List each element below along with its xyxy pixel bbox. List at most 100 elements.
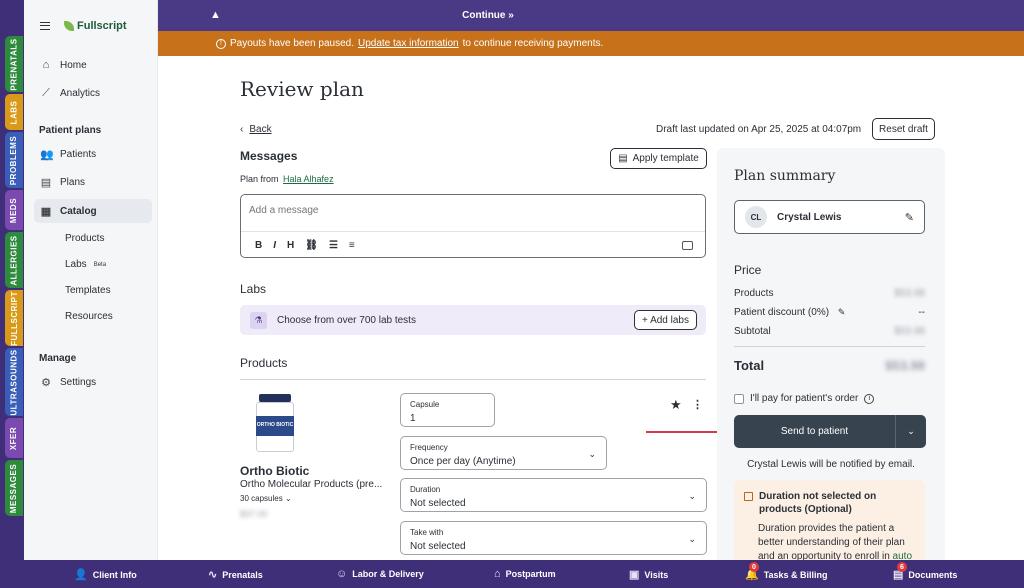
summary-divider	[734, 346, 925, 347]
sidebar-header: Fullscript	[40, 20, 127, 32]
capsule-field[interactable]: Capsule 1	[400, 393, 495, 427]
bottom-nav-label: Documents	[908, 569, 958, 580]
apply-template-button[interactable]: ▤ Apply template	[610, 148, 707, 169]
document-icon: ▤	[40, 177, 52, 189]
bold-button[interactable]: B	[255, 240, 262, 251]
message-editor: B I H ⛓ ☰ ≡	[240, 194, 706, 258]
pencil-icon[interactable]: ✎	[905, 211, 914, 224]
bottom-nav-label: Visits	[644, 569, 669, 580]
tasks-badge: 0	[749, 562, 759, 572]
send-to-patient-main[interactable]: Send to patient	[734, 415, 896, 448]
comment-icon[interactable]	[682, 241, 693, 250]
product-name[interactable]: Ortho Biotic	[240, 464, 309, 478]
bottom-nav: 👤 Client Info ∿ Prenatals ☺ Labor & Deli…	[0, 560, 1024, 588]
product-size-select[interactable]: 30 capsules ⌄	[240, 494, 292, 503]
duration-select[interactable]: Duration Not selected ⌄	[400, 478, 707, 512]
tab-allergies[interactable]: ALLERGIES	[5, 232, 23, 288]
section-manage: Manage	[39, 353, 77, 364]
bottom-nav-prenatals[interactable]: ∿ Prenatals	[208, 568, 263, 581]
bottom-nav-labor-delivery[interactable]: ☺ Labor & Delivery	[336, 568, 424, 580]
bottom-nav-visits[interactable]: ▣ Visits	[629, 568, 668, 581]
take-with-label: Take with	[410, 528, 444, 537]
tab-labs[interactable]: LABS	[5, 94, 23, 130]
sidebar-item-settings[interactable]: ⚙ Settings	[40, 376, 96, 389]
heading-button[interactable]: H	[287, 240, 294, 251]
update-tax-link[interactable]: Update tax information	[358, 38, 459, 49]
sidebar-item-templates[interactable]: Templates	[65, 285, 111, 296]
leaf-icon	[64, 21, 74, 31]
pay-for-order-checkbox[interactable]	[734, 393, 744, 404]
product-image[interactable]: ORTHO BIOTIC	[253, 394, 297, 454]
bullet-list-icon[interactable]: ☰	[329, 240, 338, 251]
patient-name: Crystal Lewis	[777, 211, 842, 223]
sidebar-item-label: Labs	[65, 259, 87, 270]
message-input[interactable]	[249, 205, 549, 216]
menu-icon[interactable]	[40, 22, 50, 30]
sidebar-item-labs[interactable]: Labs Beta	[65, 259, 106, 270]
star-icon[interactable]: ★	[670, 397, 682, 413]
numbered-list-icon[interactable]: ≡	[349, 240, 355, 251]
template-icon: ▤	[618, 153, 628, 164]
home-icon: ⌂	[494, 568, 501, 580]
product-price: $37.00	[240, 509, 268, 519]
documents-badge: 6	[897, 562, 907, 572]
total-label: Total	[734, 358, 765, 373]
bottom-nav-client-info[interactable]: 👤 Client Info	[74, 568, 137, 581]
bottom-nav-label: Labor & Delivery	[352, 569, 424, 579]
patient-card[interactable]: CL Crystal Lewis ✎	[734, 200, 925, 234]
products-divider	[240, 379, 706, 380]
apply-template-label: Apply template	[632, 153, 699, 164]
tab-fullscript[interactable]: FULLSCRIPT	[5, 290, 23, 346]
reset-draft-button[interactable]: Reset draft	[872, 118, 935, 140]
duration-notice: Duration not selected on products (Optio…	[734, 480, 925, 560]
annotation-arrow	[646, 431, 726, 433]
more-options-icon[interactable]: ⋮	[692, 398, 703, 411]
duration-label: Duration	[410, 485, 441, 494]
chevron-down-icon: ⌄	[688, 491, 696, 501]
bottom-nav-postpartum[interactable]: ⌂ Postpartum	[494, 568, 556, 580]
sidebar-item-analytics[interactable]: ⟋ Analytics	[40, 87, 100, 100]
bottom-nav-documents[interactable]: ▤ 6 Documents	[893, 562, 958, 581]
chevron-down-icon[interactable]: ⌄	[896, 415, 926, 448]
practitioner-link[interactable]: Hala Alhafez	[283, 174, 334, 184]
sidebar-item-products[interactable]: Products	[65, 233, 104, 244]
chevron-down-icon: ⌄	[284, 494, 292, 503]
info-icon[interactable]: i	[864, 393, 875, 404]
bottom-nav-label: Postpartum	[505, 569, 556, 579]
continue-link[interactable]: Continue »	[158, 10, 818, 21]
bottle-cap	[259, 394, 291, 402]
fullscript-logo[interactable]: Fullscript	[64, 20, 127, 32]
payout-alert: ! Payouts have been paused. Update tax i…	[158, 31, 1024, 56]
bottom-nav-tasks-billing[interactable]: 🔔 0 Tasks & Billing	[745, 562, 828, 581]
pencil-icon[interactable]: ✎	[838, 307, 846, 317]
plan-summary-title: Plan summary	[734, 168, 836, 184]
sidebar-item-home[interactable]: ⌂ Home	[40, 59, 87, 71]
auto-refill-link[interactable]: auto	[893, 551, 912, 560]
sidebar-item-catalog[interactable]: ▦ Catalog	[40, 205, 97, 218]
italic-button[interactable]: I	[273, 240, 276, 251]
sidebar-item-plans[interactable]: ▤ Plans	[40, 176, 85, 189]
sidebar-item-resources[interactable]: Resources	[65, 311, 113, 322]
link-icon[interactable]: ⛓	[305, 240, 318, 251]
beta-badge: Beta	[93, 261, 107, 268]
tab-messages[interactable]: MESSAGES	[5, 460, 23, 516]
products-price-label: Products	[734, 288, 774, 299]
back-link[interactable]: ‹ Back	[240, 124, 272, 135]
tab-xfer[interactable]: XFER	[5, 418, 23, 458]
alert-text-suffix: to continue receiving payments.	[462, 38, 604, 49]
tab-prenatals[interactable]: PRENATALS	[5, 36, 23, 92]
catalog-icon: ▦	[40, 206, 52, 218]
sidebar-item-label: Templates	[65, 285, 111, 296]
add-labs-button[interactable]: + Add labs	[634, 310, 697, 330]
tab-ultrasounds[interactable]: ULTRASOUNDS	[5, 348, 23, 416]
take-with-select[interactable]: Take with Not selected ⌄	[400, 521, 707, 555]
bottle-label: ORTHO BIOTIC	[256, 416, 294, 436]
frequency-select[interactable]: Frequency Once per day (Anytime) ⌄	[400, 436, 607, 470]
notice-body-wrap: Duration provides the patient a better u…	[758, 522, 915, 560]
sidebar-item-patients[interactable]: 👥 Patients	[40, 148, 96, 161]
chart-tabs-strip: PRENATALS LABS PROBLEMS MEDS ALLERGIES F…	[0, 0, 24, 560]
send-to-patient-button: Send to patient ⌄	[734, 415, 926, 448]
info-icon: !	[216, 38, 226, 49]
tab-meds[interactable]: MEDS	[5, 190, 23, 230]
tab-problems[interactable]: PROBLEMS	[5, 132, 23, 188]
